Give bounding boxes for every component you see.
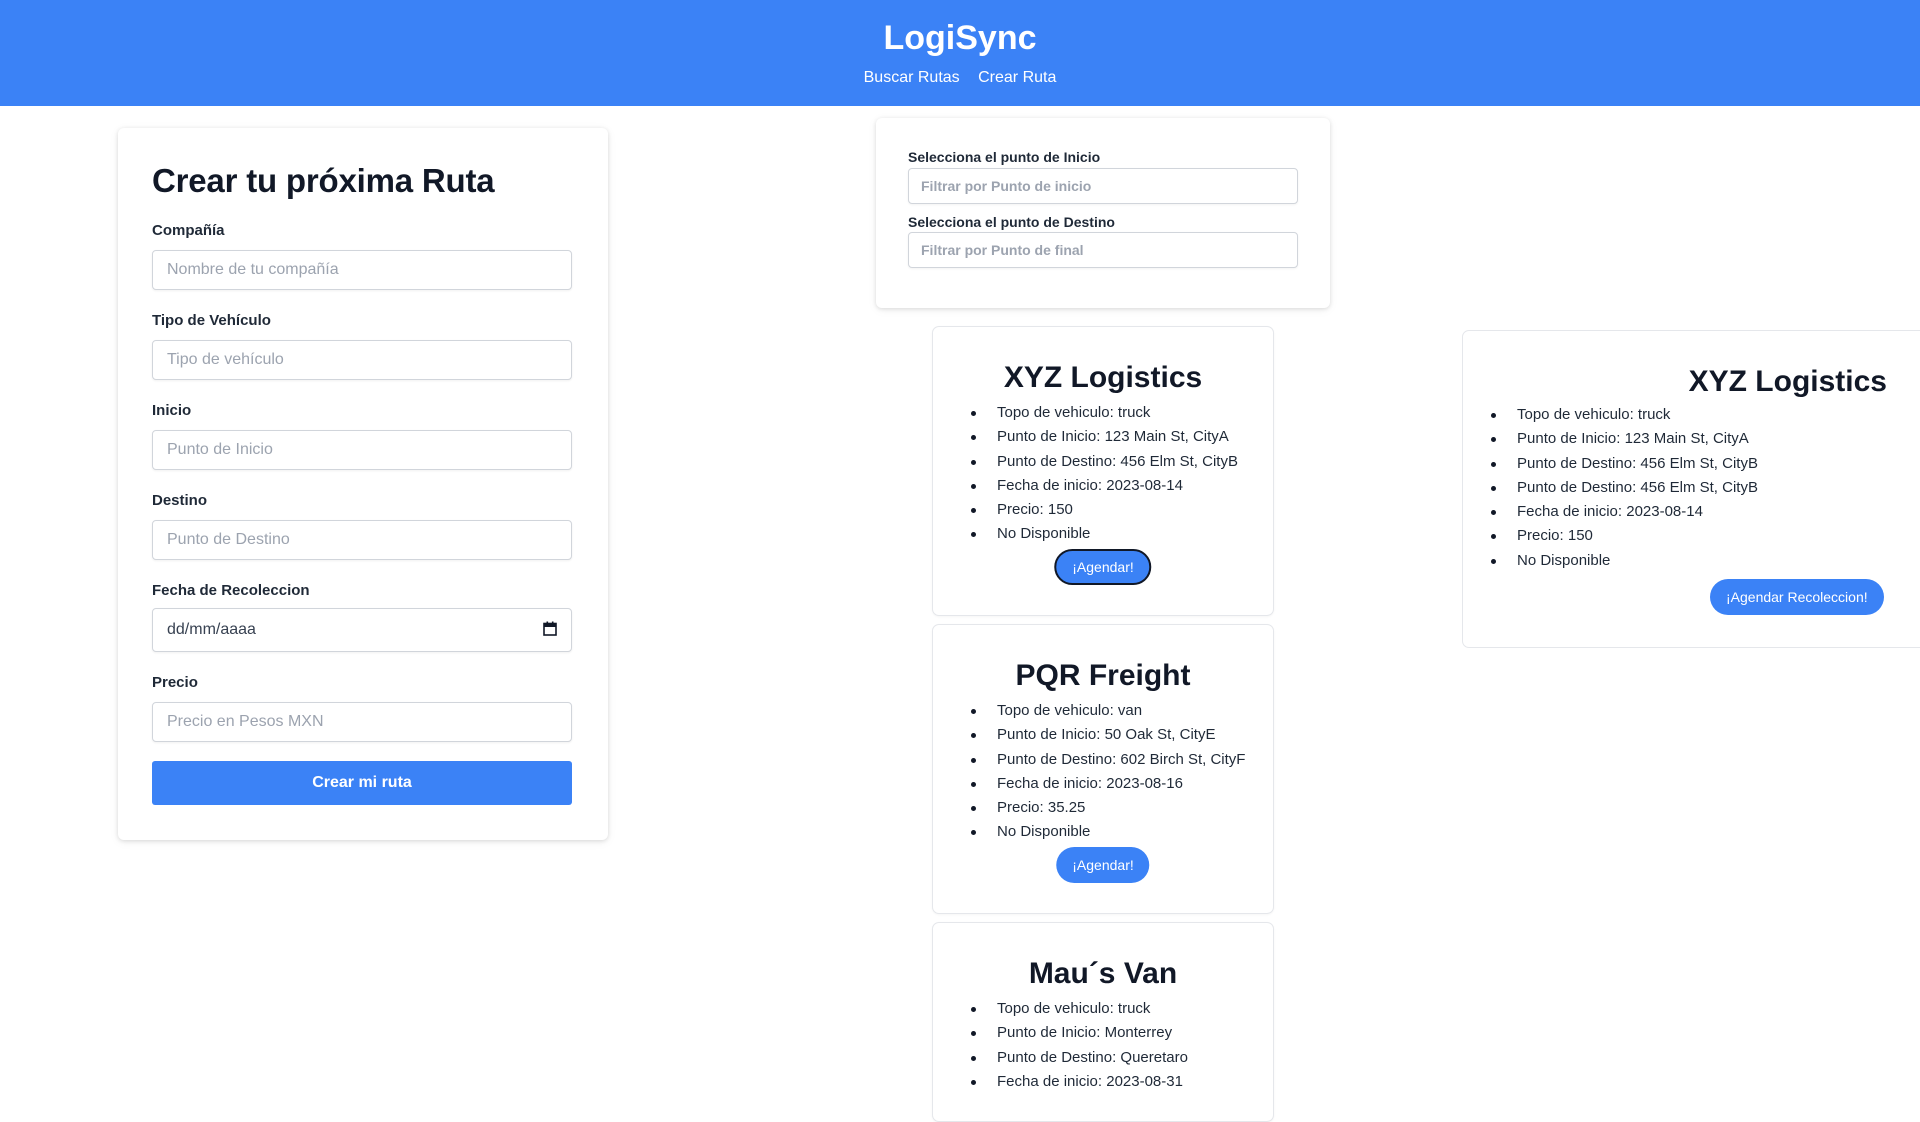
form-title: Crear tu próxima Ruta	[152, 162, 495, 199]
nav-link-crear-ruta[interactable]: Crear Ruta	[978, 69, 1056, 86]
route-company: Mau´s Van	[1028, 957, 1178, 990]
route-detail-destination: Punto de Destino: Queretaro	[965, 1046, 1188, 1070]
route-detail-availability: No Disponible	[965, 522, 1238, 546]
schedule-button[interactable]: ¡Agendar!	[1056, 847, 1150, 883]
create-route-form: Crear tu próxima Ruta Compañía Tipo de V…	[118, 128, 608, 840]
route-detail-availability: No Disponible	[965, 820, 1245, 844]
route-card: XYZ Logistics Topo de vehiculo: truck Pu…	[932, 326, 1274, 616]
route-company: PQR Freight	[1015, 659, 1191, 692]
route-detail-vehicle: Topo de vehiculo: truck	[965, 997, 1188, 1021]
route-detail-date: Fecha de inicio: 2023-08-14	[965, 474, 1238, 498]
route-detail-date: Fecha de inicio: 2023-08-31	[965, 1070, 1188, 1094]
filter-start-label: Selecciona el punto de Inicio	[908, 149, 1101, 165]
filter-end-input[interactable]	[908, 232, 1298, 268]
route-detail-vehicle: Topo de vehiculo: van	[965, 699, 1245, 723]
route-detail-price: Precio: 35.25	[965, 796, 1245, 820]
route-detail-start: Punto de Inicio: 50 Oak St, CityE	[965, 723, 1245, 747]
route-filter-panel: Selecciona el punto de Inicio Selecciona…	[876, 118, 1330, 308]
route-card: PQR Freight Topo de vehiculo: van Punto …	[932, 624, 1274, 914]
start-input[interactable]	[152, 430, 572, 470]
app-header: LogiSync Buscar Rutas Crear Ruta	[0, 0, 1920, 106]
selected-detail: Punto de Inicio: 123 Main St, CityA	[1485, 427, 1758, 451]
company-input[interactable]	[152, 250, 572, 290]
destination-input[interactable]	[152, 520, 572, 560]
company-label: Compañía	[152, 222, 225, 239]
route-detail-destination: Punto de Destino: 456 Elm St, CityB	[965, 450, 1238, 474]
start-label: Inicio	[152, 402, 192, 419]
filter-start-input[interactable]	[908, 168, 1298, 204]
route-card: Mau´s Van Topo de vehiculo: truck Punto …	[932, 922, 1274, 1122]
selected-detail: No Disponible	[1485, 549, 1758, 573]
selected-detail: Topo de vehiculo: truck	[1485, 403, 1758, 427]
calendar-icon[interactable]	[543, 621, 557, 636]
route-details: Topo de vehiculo: truck Punto de Inicio:…	[965, 401, 1238, 547]
nav-link-buscar-rutas[interactable]: Buscar Rutas	[864, 69, 960, 86]
main-nav: Buscar Rutas Crear Ruta	[0, 68, 1920, 88]
selected-route-details: Topo de vehiculo: truck Punto de Inicio:…	[1485, 403, 1758, 573]
route-detail-destination: Punto de Destino: 602 Birch St, CityF	[965, 748, 1245, 772]
date-placeholder: dd/mm/aaaa	[167, 621, 256, 638]
selected-detail: Precio: 150	[1485, 524, 1758, 548]
selected-detail: Punto de Destino: 456 Elm St, CityB	[1485, 476, 1758, 500]
selected-detail: Fecha de inicio: 2023-08-14	[1485, 500, 1758, 524]
schedule-button[interactable]: ¡Agendar!	[1054, 549, 1152, 585]
pickup-date-input[interactable]: dd/mm/aaaa	[152, 608, 572, 652]
route-company: XYZ Logistics	[1003, 361, 1203, 394]
route-details: Topo de vehiculo: van Punto de Inicio: 5…	[965, 699, 1245, 845]
price-label: Precio	[152, 674, 198, 691]
price-input[interactable]	[152, 702, 572, 742]
brand-title: LogiSync	[883, 19, 1037, 57]
route-detail-vehicle: Topo de vehiculo: truck	[965, 401, 1238, 425]
route-detail-start: Punto de Inicio: 123 Main St, CityA	[965, 425, 1238, 449]
destination-label: Destino	[152, 492, 208, 509]
pickup-date-label: Fecha de Recoleccion	[152, 582, 310, 599]
filter-end-label: Selecciona el punto de Destino	[908, 214, 1115, 230]
create-route-button[interactable]: Crear mi ruta	[152, 761, 572, 805]
schedule-pickup-button[interactable]: ¡Agendar Recoleccion!	[1710, 579, 1884, 615]
selected-detail: Punto de Destino: 456 Elm St, CityB	[1485, 452, 1758, 476]
route-detail-price: Precio: 150	[965, 498, 1238, 522]
vehicle-type-input[interactable]	[152, 340, 572, 380]
route-detail-start: Punto de Inicio: Monterrey	[965, 1021, 1188, 1045]
route-detail-date: Fecha de inicio: 2023-08-16	[965, 772, 1245, 796]
selected-route-card: XYZ Logistics Topo de vehiculo: truck Pu…	[1462, 330, 1920, 648]
vehicle-type-label: Tipo de Vehículo	[152, 312, 271, 329]
selected-route-company: XYZ Logistics	[1688, 365, 1887, 398]
